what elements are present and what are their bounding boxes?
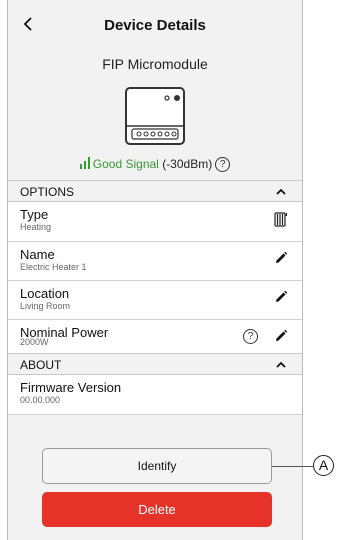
- chevron-up-icon: [276, 361, 286, 368]
- micromodule-device-icon: [125, 87, 185, 145]
- about-section-header[interactable]: ABOUT: [8, 353, 302, 375]
- signal-label: Good Signal: [92, 157, 159, 171]
- radiator-icon: [274, 212, 287, 227]
- row-title: Firmware Version: [20, 380, 122, 395]
- identify-button[interactable]: Identify: [42, 448, 272, 484]
- pencil-icon[interactable]: [274, 290, 288, 304]
- header: Device Details: [8, 0, 302, 52]
- row-value: Living Room: [20, 301, 71, 311]
- callout-line: [272, 466, 313, 467]
- row-title: Type: [20, 207, 49, 222]
- signal-status: Good Signal (-30dBm)?: [8, 157, 302, 173]
- chevron-up-icon: [276, 188, 286, 195]
- callout-marker: A: [313, 455, 334, 476]
- option-row-name[interactable]: Name Electric Heater 1: [8, 242, 302, 281]
- pencil-icon[interactable]: [274, 251, 288, 265]
- help-icon[interactable]: ?: [215, 157, 231, 173]
- row-title: Location: [20, 286, 70, 301]
- pencil-icon[interactable]: [274, 329, 288, 343]
- option-row-nominal-power[interactable]: Nominal Power 2000W ?: [8, 320, 302, 353]
- delete-button[interactable]: Delete: [42, 492, 272, 527]
- signal-strength-icon: [79, 157, 90, 169]
- option-row-type[interactable]: Type Heating: [8, 202, 302, 242]
- about-row-firmware: Firmware Version 00.00.000: [8, 375, 302, 415]
- row-value: Heating: [20, 222, 52, 232]
- about-label: ABOUT: [20, 358, 62, 372]
- row-value: Electric Heater 1: [20, 262, 87, 272]
- row-title: Name: [20, 247, 55, 262]
- phone-screen: Device Details FIP Micromodule Good Sign…: [7, 0, 303, 540]
- device-name: FIP Micromodule: [102, 56, 208, 72]
- help-icon[interactable]: ?: [243, 329, 258, 344]
- row-value: 2000W: [20, 337, 49, 347]
- row-value: 00.00.000: [20, 395, 61, 405]
- option-row-location[interactable]: Location Living Room: [8, 281, 302, 320]
- page-title: Device Details: [104, 17, 206, 34]
- options-label: OPTIONS: [20, 185, 75, 199]
- options-section-header[interactable]: OPTIONS: [8, 180, 302, 202]
- signal-value: (-30dBm): [162, 157, 213, 171]
